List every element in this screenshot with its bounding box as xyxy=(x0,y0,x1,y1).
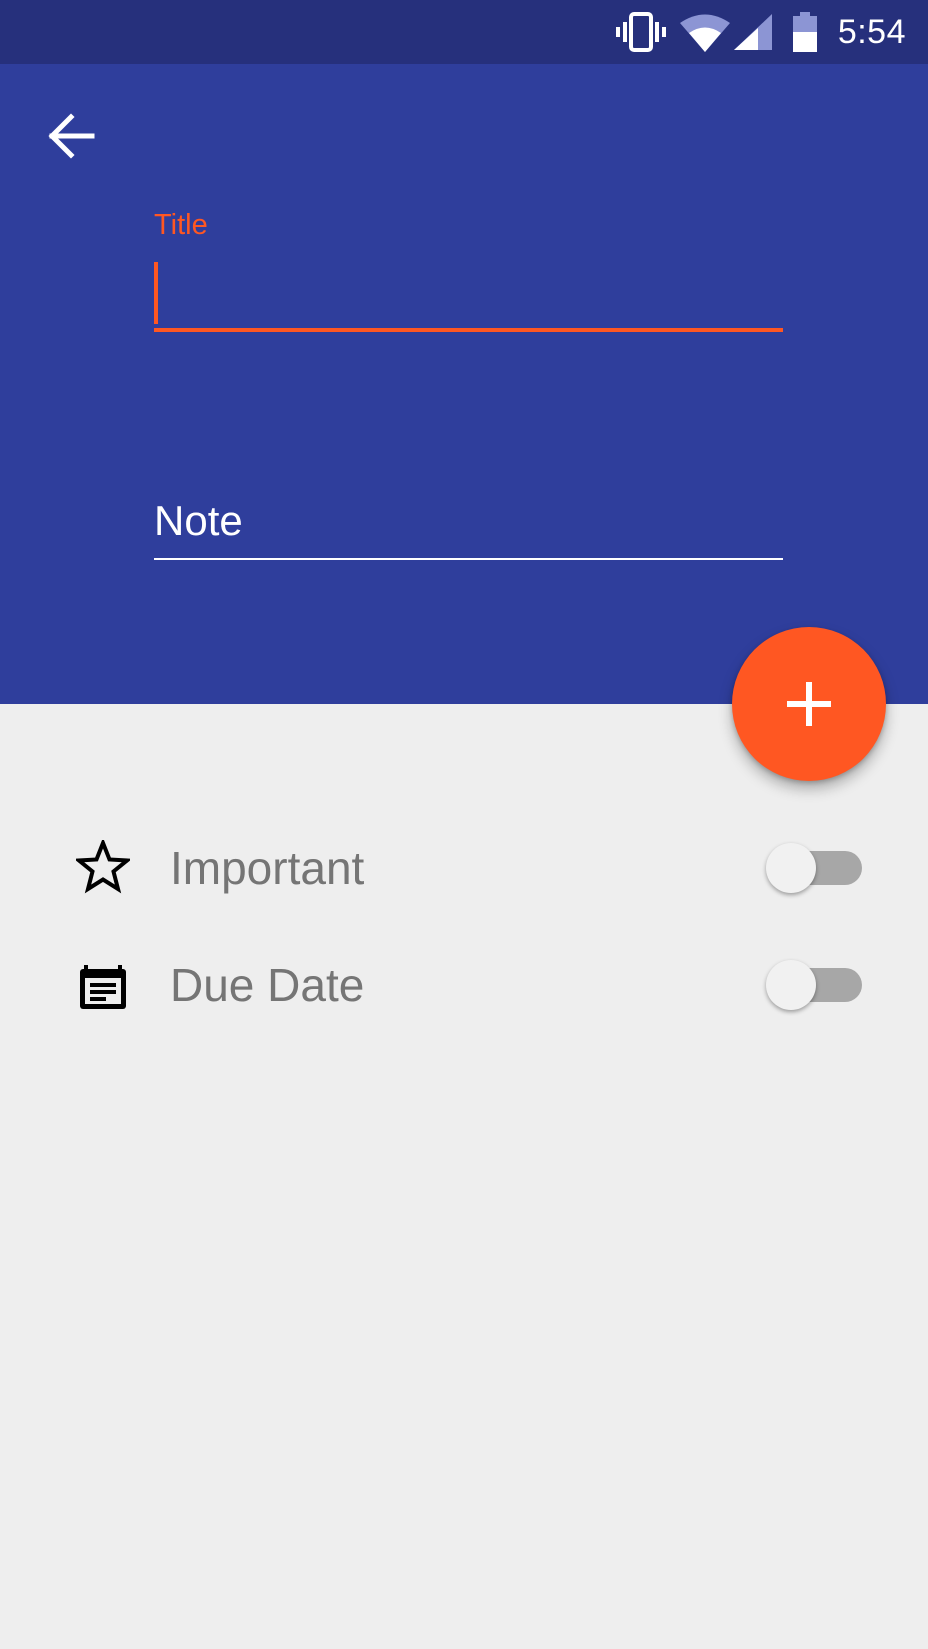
cellular-signal-icon xyxy=(734,14,772,50)
plus-icon xyxy=(787,682,831,726)
arrow-back-icon xyxy=(48,113,95,159)
note-placeholder: Note xyxy=(154,497,243,544)
note-field[interactable]: Note xyxy=(154,488,783,560)
text-cursor xyxy=(154,262,158,324)
status-time: 5:54 xyxy=(837,13,906,51)
calendar-note-icon xyxy=(80,965,126,1009)
title-label: Title xyxy=(154,209,208,241)
status-icons xyxy=(0,0,928,64)
header xyxy=(0,64,928,704)
important-switch[interactable] xyxy=(764,840,864,896)
vibrate-icon xyxy=(616,12,666,52)
important-row: Important xyxy=(0,818,928,918)
due-date-label: Due Date xyxy=(170,959,365,1011)
back-button[interactable] xyxy=(40,104,104,168)
star-outline-icon xyxy=(76,840,130,894)
important-label: Important xyxy=(170,842,365,894)
due-date-switch[interactable] xyxy=(764,957,864,1013)
status-bar: 5:54 xyxy=(0,0,928,64)
switch-thumb xyxy=(766,960,816,1010)
due-date-row: Due Date xyxy=(0,935,928,1035)
battery-icon xyxy=(793,12,817,52)
switch-thumb xyxy=(766,843,816,893)
wifi-icon xyxy=(680,14,730,52)
add-button[interactable] xyxy=(732,627,886,781)
title-input[interactable] xyxy=(154,252,783,332)
